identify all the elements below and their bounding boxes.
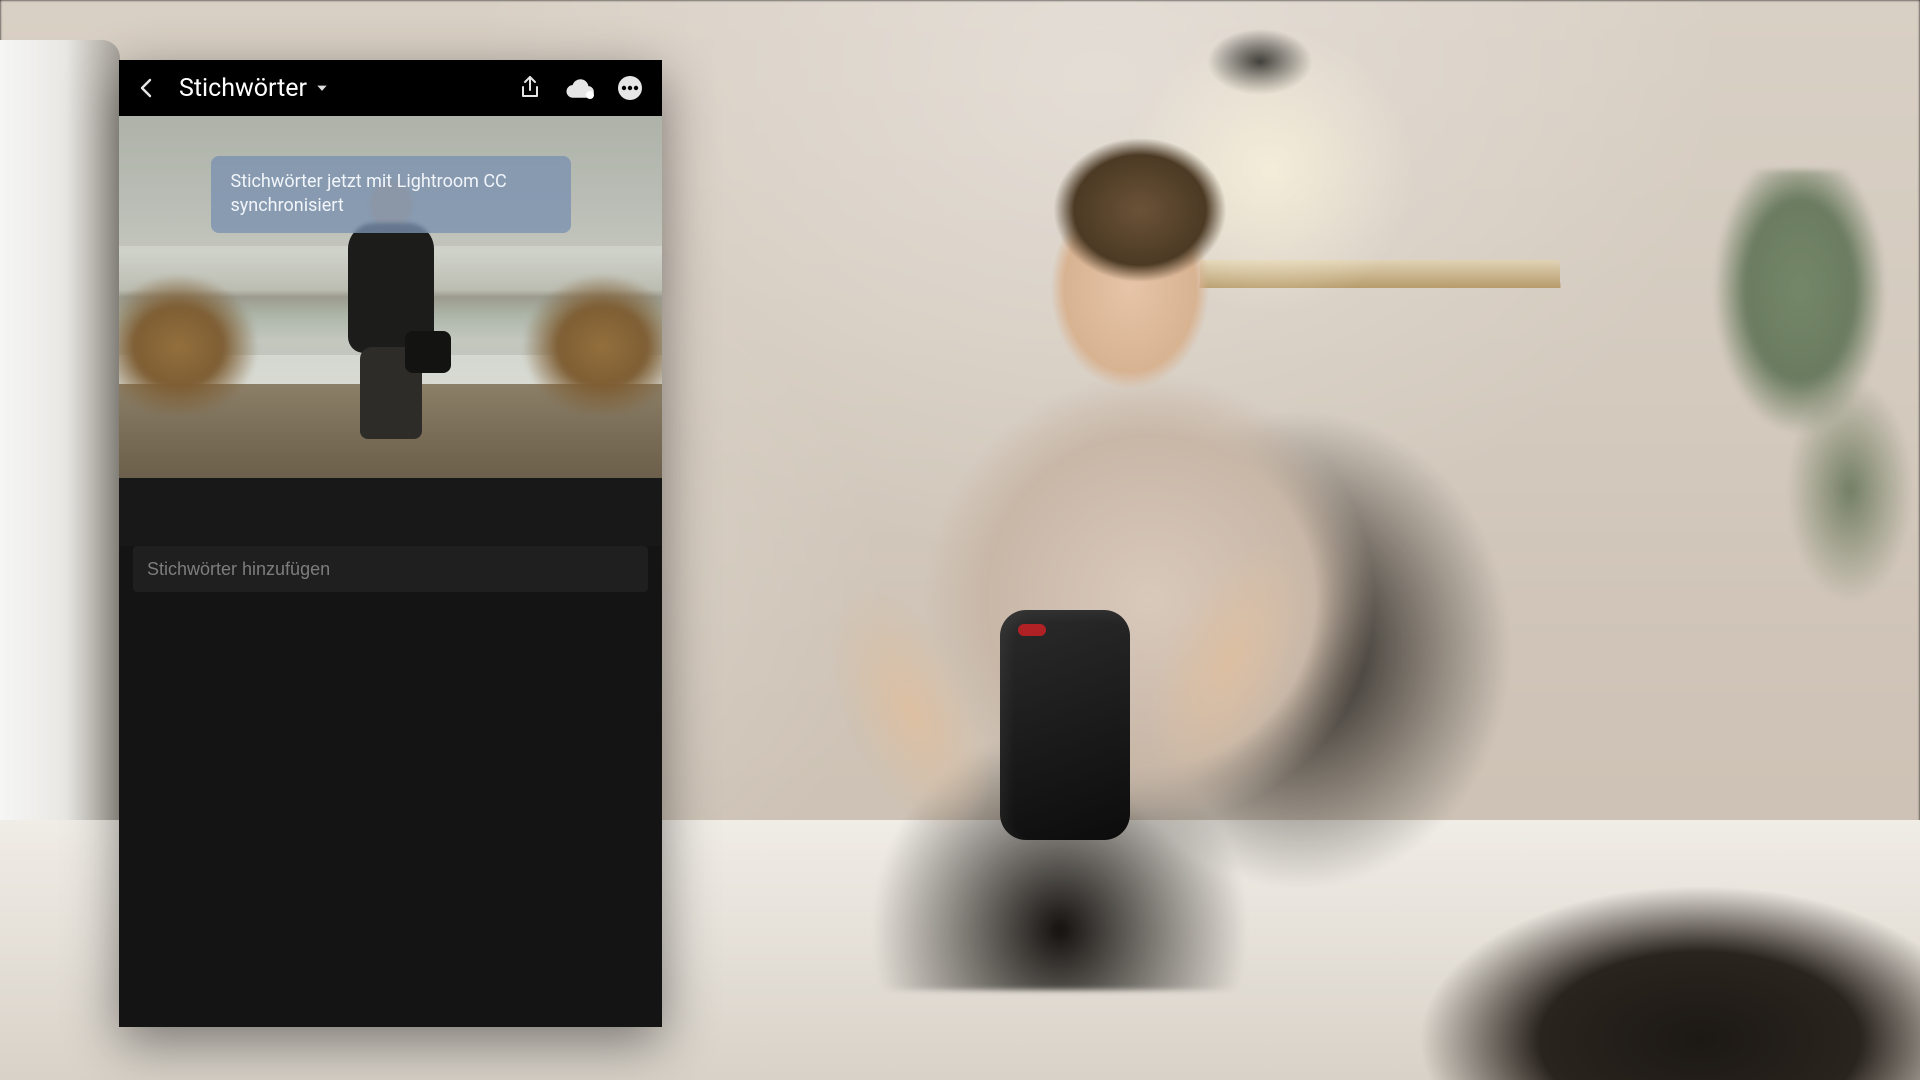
presenter-phone [1000, 610, 1130, 840]
back-icon [135, 76, 159, 100]
keywords-empty-area [119, 592, 662, 1027]
chevron-down-icon [315, 81, 329, 95]
share-button[interactable] [508, 66, 552, 110]
view-mode-label: Stichwörter [179, 74, 307, 103]
keyword-input[interactable] [133, 546, 648, 592]
view-mode-dropdown[interactable]: Stichwörter [175, 74, 333, 103]
preview-keywords-gap [119, 478, 662, 546]
lightroom-mobile-overlay: Stichwörter [119, 60, 662, 1027]
cloud-sync-icon [565, 77, 595, 99]
presenter [720, 130, 1400, 950]
monitor-edge [0, 40, 120, 860]
keyword-input-wrap [119, 546, 662, 592]
back-button[interactable] [125, 66, 169, 110]
app-toolbar: Stichwörter [119, 60, 662, 116]
desk-lamp [1200, 22, 1360, 142]
more-horizontal-icon [617, 75, 643, 101]
image-preview[interactable]: Stichwörter jetzt mit Lightroom CC synch… [119, 116, 662, 478]
share-icon [518, 75, 542, 101]
cloud-sync-button[interactable] [558, 66, 602, 110]
sync-toast: Stichwörter jetzt mit Lightroom CC synch… [211, 156, 571, 233]
sync-toast-text: Stichwörter jetzt mit Lightroom CC synch… [231, 171, 507, 216]
more-button[interactable] [608, 66, 652, 110]
plant [1690, 170, 1920, 710]
